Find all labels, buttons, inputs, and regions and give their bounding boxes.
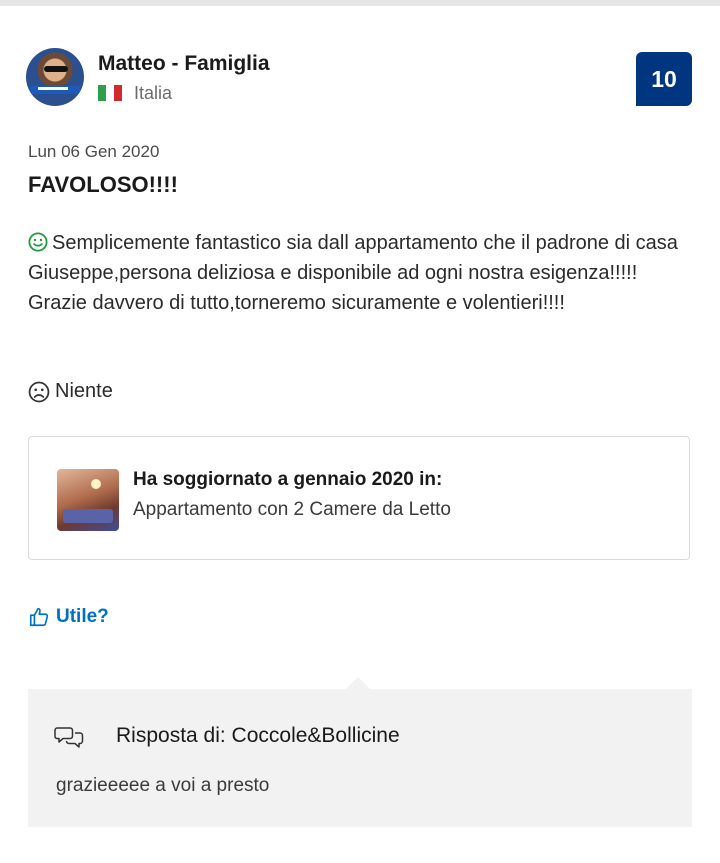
room-thumbnail[interactable] [57,469,119,531]
positive-comment-text: Semplicemente fantastico sia dall appart… [28,232,678,314]
owner-reply: Risposta di: Coccole&Bollicine grazieeee… [28,677,692,827]
review-score-badge: 10 [636,52,692,106]
helpful-button[interactable]: Utile? [28,606,109,628]
negative-comment: Niente [28,380,113,403]
stay-room-type: Appartamento con 2 Camere da Letto [133,499,451,520]
review-title: FAVOLOSO!!!! [28,172,178,197]
reply-text: grazieeeee a voi a presto [56,775,270,796]
reply-title: Risposta di: Coccole&Bollicine [116,724,400,747]
smile-icon [28,232,48,252]
reviewer-name: Matteo - Famiglia [98,52,270,75]
reviewer-header: Matteo - Famiglia Italia [26,48,694,112]
stay-info-card: Ha soggiornato a gennaio 2020 in: Appart… [28,436,690,560]
reviewer-country: Italia [98,82,172,104]
helpful-label: Utile? [56,606,109,627]
positive-comment: Semplicemente fantastico sia dall appart… [28,228,678,318]
country-label: Italia [134,82,173,103]
thumbs-up-icon [29,607,49,627]
negative-comment-text: Niente [55,380,113,402]
stay-period-title: Ha soggiornato a gennaio 2020 in: [133,469,443,490]
review-date: Lun 06 Gen 2020 [28,142,160,161]
top-divider [0,0,720,6]
italy-flag-icon [98,85,122,101]
avatar[interactable] [26,48,84,106]
speech-bubbles-icon [54,727,84,748]
frown-icon [28,381,50,402]
reply-pointer [346,677,370,689]
